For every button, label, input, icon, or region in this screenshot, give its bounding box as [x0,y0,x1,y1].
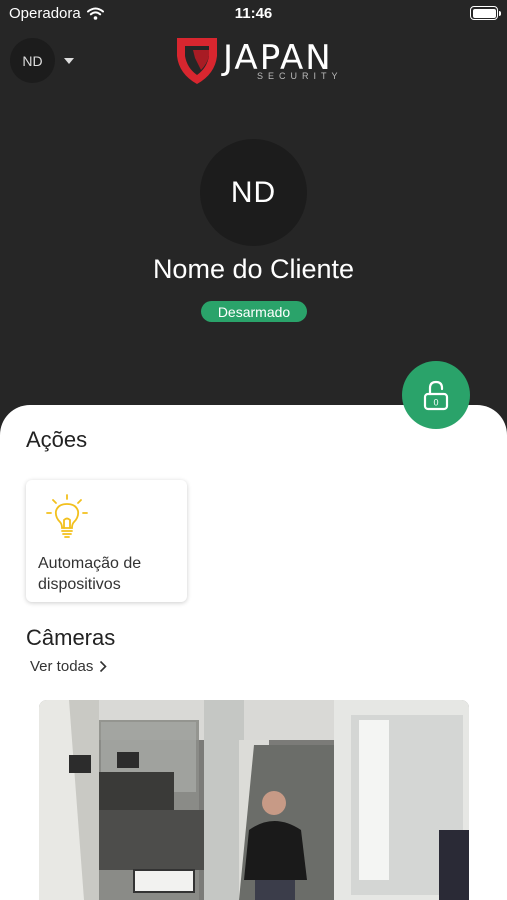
clock: 11:46 [234,5,273,22]
status-bar: Operadora 11:46 [0,0,507,28]
chevron-right-icon [100,660,108,673]
device-automation-label: Automação de dispositivos [38,555,142,593]
lightbulb-icon [46,494,88,538]
client-avatar: ND [200,139,307,246]
shield-logo-icon [177,38,217,84]
brand-logo: JAPAN SECURITY [175,34,345,88]
content-sheet: Ações Automação de dispositivos Câmeras … [0,405,507,900]
arm-lock-button[interactable]: 0 [402,361,470,429]
logo-tagline: SECURITY [257,71,343,81]
camera-feed-thumbnail[interactable] [39,700,469,900]
battery-icon [470,6,501,20]
chevron-down-icon [64,57,74,64]
status-badge: Desarmado [201,301,307,322]
account-avatar: ND [10,38,55,83]
cameras-title: Câmeras [26,625,116,650]
see-all-label: Ver todas [30,658,94,675]
client-name: Nome do Cliente [152,254,355,284]
account-switcher[interactable]: ND [10,38,74,83]
unlock-icon: 0 [423,380,449,411]
camera-snapshot-image [39,700,469,900]
see-all-cameras-link[interactable]: Ver todas [30,658,108,675]
lock-count: 0 [433,398,438,408]
actions-title: Ações [26,427,88,452]
device-automation-card[interactable]: Automação de dispositivos [26,480,187,602]
